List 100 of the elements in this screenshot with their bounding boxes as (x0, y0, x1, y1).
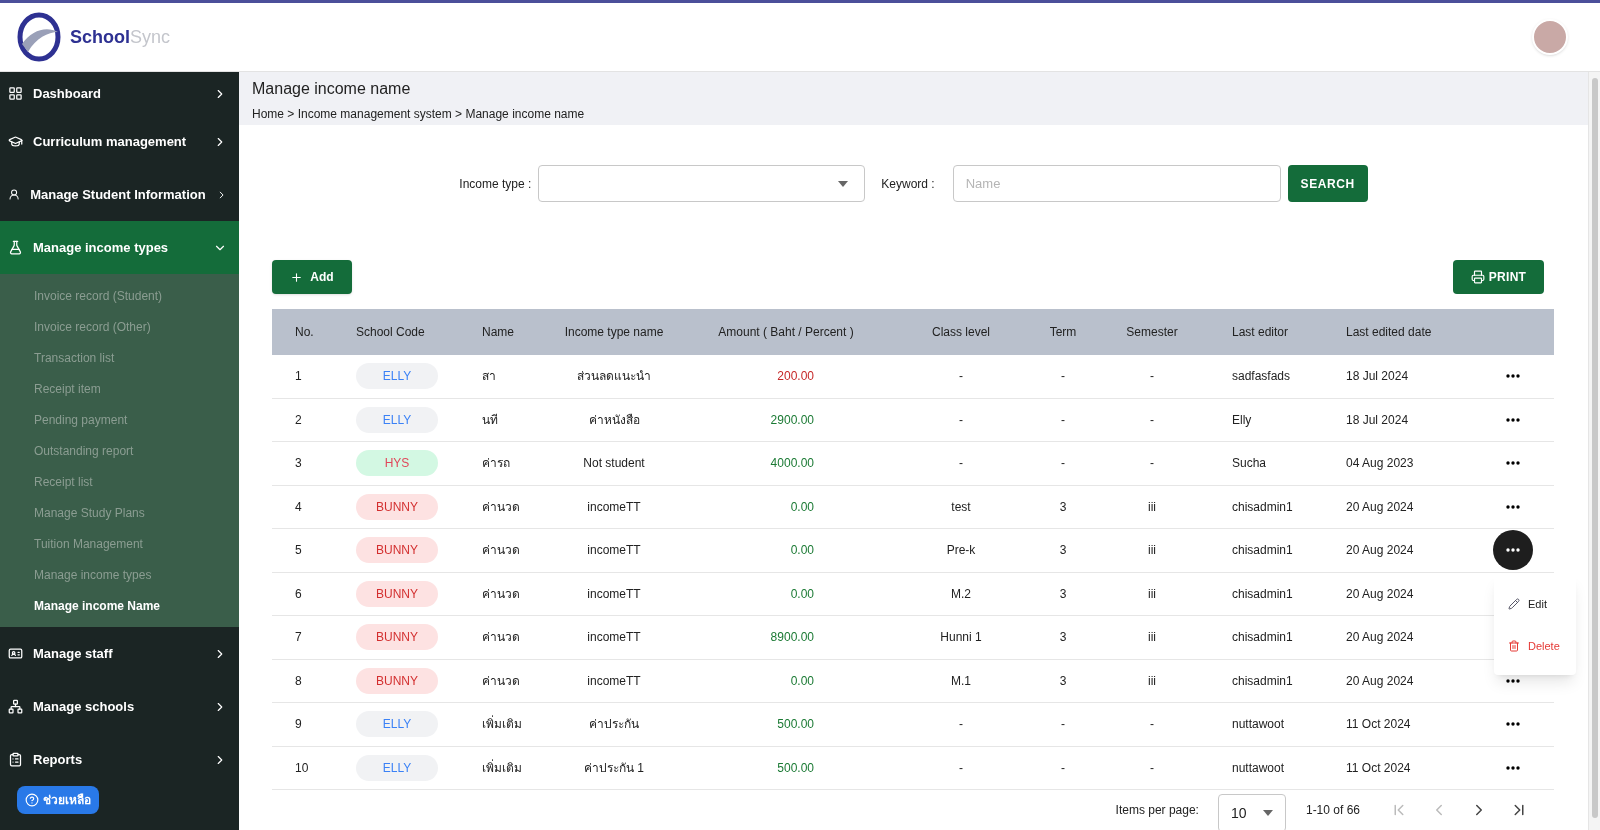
print-button[interactable]: PRINT (1453, 260, 1544, 294)
grid-icon (8, 86, 23, 101)
menu-item[interactable]: Edit (1494, 583, 1576, 625)
table-cell-text: 7 (294, 629, 303, 647)
table-cell-text: - (1060, 411, 1066, 429)
table-cell-text: 1 (294, 368, 303, 386)
table-cell-text: 3 (294, 455, 303, 473)
table-cell-text: iii (1147, 498, 1157, 516)
trash-icon (1508, 640, 1520, 652)
table-cell-text: 3 (1058, 498, 1068, 516)
plus-icon (290, 270, 304, 284)
table-cell-text: 4 (294, 498, 303, 516)
sidebar-item[interactable]: Dashboard (0, 72, 239, 115)
more-icon (1506, 722, 1520, 727)
more-icon (1506, 417, 1520, 422)
table-cell-text: Hunni 1 (939, 629, 983, 647)
help-icon (25, 793, 39, 807)
table-cell-text: - (1149, 411, 1155, 429)
table-cell-text: สา (481, 368, 497, 386)
table-cell-text: chisadmin1 (1231, 629, 1294, 647)
flask-icon (8, 240, 23, 255)
table-cell-text: - (958, 368, 964, 386)
table-cell-text: M.1 (950, 672, 972, 690)
add-button[interactable]: Add (272, 260, 352, 294)
table-cell-text: 8 (294, 672, 303, 690)
table-cell-text: incomeTT (586, 672, 642, 690)
table-cell-text: - (1149, 368, 1155, 386)
menu-item[interactable]: Delete (1494, 625, 1576, 667)
table-cell-text: 3 (1058, 672, 1068, 690)
sidebar-item[interactable]: Reports (0, 733, 239, 786)
school-code-tag: ELLY (356, 711, 438, 738)
sidebar-item[interactable]: Curriculum management (0, 115, 239, 168)
column-header: Amount ( Baht / Percent ) (717, 324, 855, 341)
school-code-tag: ELLY (356, 363, 438, 390)
sidebar-item[interactable]: Manage schools (0, 680, 239, 733)
items-per-page-label: Items per page: (1115, 802, 1199, 819)
table-cell-text: - (1149, 455, 1155, 473)
table-cell-text: 10 (294, 759, 310, 777)
breadcrumb: Home > Income management system > Manage income name (252, 106, 586, 123)
table-cell-text: - (1149, 716, 1155, 734)
help-button[interactable]: ช่วยเหลือ (17, 786, 99, 814)
amount-value: 200.00 (777, 369, 814, 384)
logo-text: SchoolSync (70, 25, 171, 49)
keyword-field[interactable]: Name (952, 165, 1281, 202)
table-cell-text: 5 (294, 542, 303, 560)
search-button[interactable]: SEARCH (1287, 165, 1368, 202)
more-icon (1506, 765, 1520, 770)
table-cell-text: 20 Aug 2024 (1346, 585, 1415, 603)
table-cell-text: ค่านวด (481, 629, 521, 647)
table-cell-text: ค่ารถ (481, 455, 511, 473)
more-button[interactable] (1493, 530, 1533, 571)
school-code-tag: BUNNY (356, 493, 438, 520)
table-cell-text: 20 Aug 2024 (1346, 629, 1415, 647)
table-cell-text: 11 Oct 2024 (1346, 759, 1412, 777)
table-cell-text: chisadmin1 (1231, 498, 1294, 516)
printer-icon (1470, 270, 1485, 284)
table-cell-text: ส่วนลดแนะนำ (576, 368, 652, 386)
page-size-select[interactable]: 10 (1217, 794, 1286, 830)
school-code-tag: BUNNY (356, 624, 438, 651)
submenu-item[interactable]: Manage income Name (0, 590, 239, 621)
column-header: Last editor (1231, 324, 1290, 341)
table-cell-text: ค่านวด (481, 585, 521, 603)
table-cell-text: 3 (1058, 542, 1068, 560)
sidebar-item[interactable]: Manage income types (0, 221, 239, 274)
pencil-icon (1508, 598, 1520, 610)
table-cell-text: incomeTT (586, 498, 642, 516)
table-cell-text: sadfasfads (1231, 368, 1292, 386)
table-cell-text: 20 Aug 2024 (1346, 498, 1415, 516)
table-cell-text: test (950, 498, 972, 516)
more-icon (1506, 504, 1520, 509)
sidebar-item[interactable]: Manage Student Information (0, 168, 239, 221)
table-cell-text: - (958, 759, 964, 777)
column-header: Term (1048, 324, 1078, 341)
table-cell-text: - (958, 716, 964, 734)
table-cell-text: chisadmin1 (1231, 542, 1294, 560)
sidebar-item[interactable]: Manage staff (0, 627, 239, 680)
table-cell-text: iii (1147, 542, 1157, 560)
page-range: 1-10 of 66 (1305, 802, 1360, 819)
table-cell-text: - (1060, 455, 1066, 473)
more-icon (1506, 374, 1520, 379)
table-cell-text: ค่าหนังสือ (587, 411, 641, 429)
table-cell-text: - (958, 455, 964, 473)
more-icon (1506, 678, 1520, 683)
table-cell-text: iii (1147, 629, 1157, 647)
table-cell-text: chisadmin1 (1231, 672, 1294, 690)
table-cell-text: Not student (582, 455, 646, 473)
table-cell-text: 6 (294, 585, 303, 603)
table-cell-text: 2 (294, 411, 303, 429)
table-cell-text: ค่านวด (481, 498, 521, 516)
table-cell-text: 11 Oct 2024 (1346, 716, 1412, 734)
column-header: Last edited date (1346, 324, 1433, 341)
table-cell-text: 18 Jul 2024 (1346, 411, 1410, 429)
clipboard-icon (8, 752, 23, 767)
column-header: Semester (1125, 324, 1179, 341)
table-cell-text: - (1060, 759, 1066, 777)
table-cell-text: 04 Aug 2023 (1346, 455, 1415, 473)
id-card-icon (8, 646, 23, 661)
table-cell-text: ค่าประกัน 1 (583, 759, 645, 777)
caret-icon (838, 180, 849, 187)
table-cell-text: ค่านวด (481, 542, 521, 560)
